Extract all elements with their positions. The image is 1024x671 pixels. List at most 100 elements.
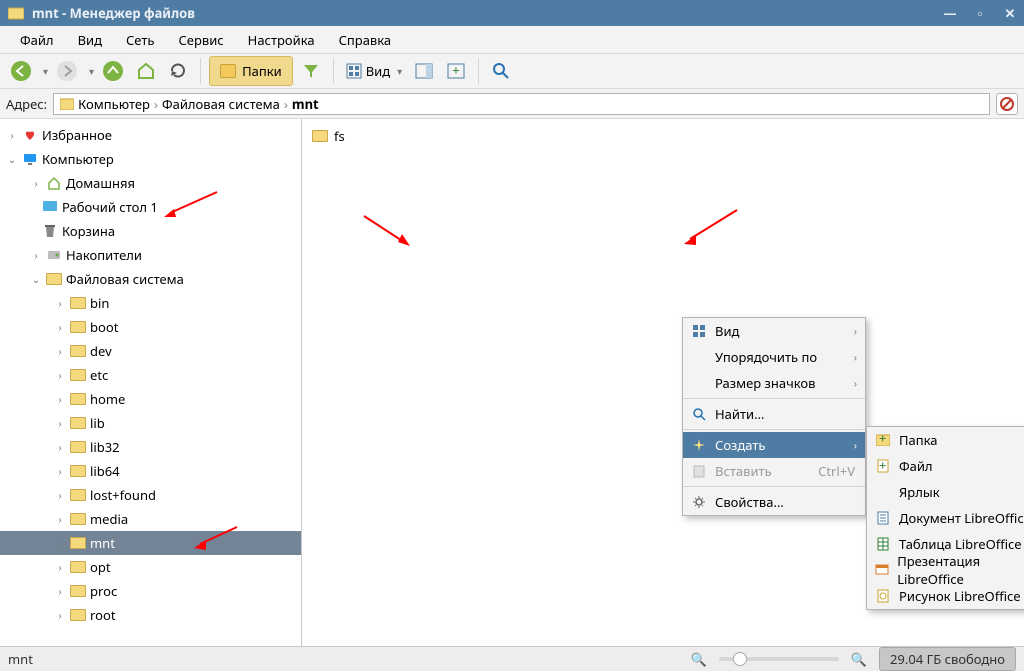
separator xyxy=(200,58,201,84)
ctx-new-lo-draw[interactable]: Рисунок LibreOffice xyxy=(867,583,1024,609)
close-button[interactable]: ✕ xyxy=(1002,4,1018,22)
tree-item-desktop[interactable]: Рабочий стол 1 xyxy=(0,195,301,219)
chevron-down-icon[interactable]: ▾ xyxy=(43,64,48,78)
expand-icon[interactable]: › xyxy=(54,416,66,430)
search-button[interactable] xyxy=(487,57,515,85)
expand-icon[interactable]: › xyxy=(54,560,66,574)
expand-icon[interactable]: › xyxy=(30,248,42,262)
new-tab-button[interactable]: + xyxy=(442,57,470,85)
ctx-label: Документ LibreOffice xyxy=(899,509,1024,527)
folders-panel-toggle[interactable]: Папки xyxy=(209,56,293,86)
expand-icon[interactable]: › xyxy=(54,608,66,622)
nav-forward-button[interactable] xyxy=(52,57,82,85)
file-view[interactable]: fs Вид› Упорядочить по› Размер значков› … xyxy=(302,119,1024,646)
stop-button[interactable] xyxy=(996,93,1018,115)
expand-icon[interactable]: › xyxy=(54,368,66,382)
expand-icon[interactable]: › xyxy=(54,296,66,310)
ctx-label: Создать xyxy=(715,436,766,454)
tree-item-lib32[interactable]: ›lib32 xyxy=(0,435,301,459)
tree-item-bin[interactable]: ›bin xyxy=(0,291,301,315)
ctx-label: Свойства… xyxy=(715,493,784,511)
filter-button[interactable] xyxy=(297,57,325,85)
zoom-slider[interactable] xyxy=(719,657,839,661)
ctx-label: Найти… xyxy=(715,405,764,423)
tree-item-lib64[interactable]: ›lib64 xyxy=(0,459,301,483)
tree-item-computer[interactable]: ⌄ Компьютер xyxy=(0,147,301,171)
ctx-create[interactable]: Создать› xyxy=(683,432,865,458)
expand-icon[interactable]: › xyxy=(54,320,66,334)
expand-icon[interactable]: › xyxy=(54,392,66,406)
expand-icon[interactable]: › xyxy=(6,128,18,142)
refresh-button[interactable] xyxy=(164,57,192,85)
separator xyxy=(333,58,334,84)
ctx-new-shortcut[interactable]: Ярлык xyxy=(867,479,1024,505)
collapse-icon[interactable]: ⌄ xyxy=(6,152,18,166)
annotation-arrow xyxy=(682,207,742,247)
ctx-new-folder[interactable]: + Папка xyxy=(867,427,1024,453)
expand-icon[interactable]: › xyxy=(54,464,66,478)
tree-item-opt[interactable]: ›opt xyxy=(0,555,301,579)
tree-item-mnt[interactable]: › mnt xyxy=(0,531,301,555)
crumb[interactable]: Файловая система xyxy=(162,95,280,113)
collapse-icon[interactable]: ⌄ xyxy=(30,272,42,286)
maximize-button[interactable]: ▫ xyxy=(972,4,988,22)
tree-label: Избранное xyxy=(42,126,112,144)
ctx-properties[interactable]: Свойства… xyxy=(683,489,865,515)
zoom-in-icon[interactable]: 🔍 xyxy=(851,650,867,668)
tree-item-filesystem[interactable]: ⌄ Файловая система xyxy=(0,267,301,291)
tree-item-favorites[interactable]: › Избранное xyxy=(0,123,301,147)
expand-icon[interactable]: › xyxy=(54,344,66,358)
ctx-new-lo-doc[interactable]: Документ LibreOffice xyxy=(867,505,1024,531)
tree-item-home[interactable]: › Домашняя xyxy=(0,171,301,195)
expand-icon[interactable]: › xyxy=(54,536,66,550)
tree-label: root xyxy=(90,606,116,624)
tree-label: mnt xyxy=(90,534,115,552)
tree-item-lib[interactable]: ›lib xyxy=(0,411,301,435)
view-mode-button[interactable]: Вид ▾ xyxy=(342,57,406,85)
slider-knob[interactable] xyxy=(733,652,747,666)
expand-icon[interactable]: › xyxy=(30,176,42,190)
tree-item-boot[interactable]: ›boot xyxy=(0,315,301,339)
zoom-out-icon[interactable]: 🔍 xyxy=(691,650,707,668)
menu-view[interactable]: Вид xyxy=(66,27,114,53)
tree-item-root[interactable]: › root xyxy=(0,603,301,627)
breadcrumb[interactable]: Компьютер › Файловая система › mnt xyxy=(53,93,990,115)
tree-label: media xyxy=(90,510,128,528)
nav-home-button[interactable] xyxy=(132,57,160,85)
file-item[interactable]: fs xyxy=(312,127,345,145)
tree-item-trash[interactable]: Корзина xyxy=(0,219,301,243)
ctx-sort[interactable]: Упорядочить по› xyxy=(683,344,865,370)
tree-item-dev[interactable]: ›dev xyxy=(0,339,301,363)
crumb[interactable]: Компьютер xyxy=(78,95,150,113)
expand-icon[interactable]: › xyxy=(54,440,66,454)
folder-icon xyxy=(312,130,328,142)
chevron-down-icon[interactable]: ▾ xyxy=(89,64,94,78)
ctx-label: Таблица LibreOffice xyxy=(899,535,1022,553)
expand-icon[interactable]: › xyxy=(54,584,66,598)
svg-text:+: + xyxy=(879,459,886,473)
tree-item-drives[interactable]: › Накопители xyxy=(0,243,301,267)
expand-icon[interactable]: › xyxy=(54,512,66,526)
menu-file[interactable]: Файл xyxy=(8,27,66,53)
ctx-new-file[interactable]: + Файл xyxy=(867,453,1024,479)
home-icon xyxy=(46,176,62,190)
menu-service[interactable]: Сервис xyxy=(166,27,235,53)
expand-icon[interactable]: › xyxy=(54,488,66,502)
tree-item-home[interactable]: ›home xyxy=(0,387,301,411)
menu-network[interactable]: Сеть xyxy=(114,27,166,53)
nav-up-button[interactable] xyxy=(98,57,128,85)
ctx-find[interactable]: Найти… xyxy=(683,401,865,427)
ctx-view[interactable]: Вид› xyxy=(683,318,865,344)
minimize-button[interactable]: — xyxy=(942,4,958,22)
ctx-new-lo-pres[interactable]: Презентация LibreOffice xyxy=(867,557,1024,583)
tree-item-proc[interactable]: ›proc xyxy=(0,579,301,603)
menu-settings[interactable]: Настройка xyxy=(236,27,327,53)
tree-item-media[interactable]: › media xyxy=(0,507,301,531)
preview-pane-button[interactable] xyxy=(410,57,438,85)
tree-item-lost+found[interactable]: ›lost+found xyxy=(0,483,301,507)
ctx-icon-size[interactable]: Размер значков› xyxy=(683,370,865,396)
tree-item-etc[interactable]: ›etc xyxy=(0,363,301,387)
folder-tree[interactable]: › Избранное ⌄ Компьютер › Домашняя Рабоч… xyxy=(0,119,302,646)
nav-back-button[interactable] xyxy=(6,57,36,85)
menu-help[interactable]: Справка xyxy=(327,27,404,53)
